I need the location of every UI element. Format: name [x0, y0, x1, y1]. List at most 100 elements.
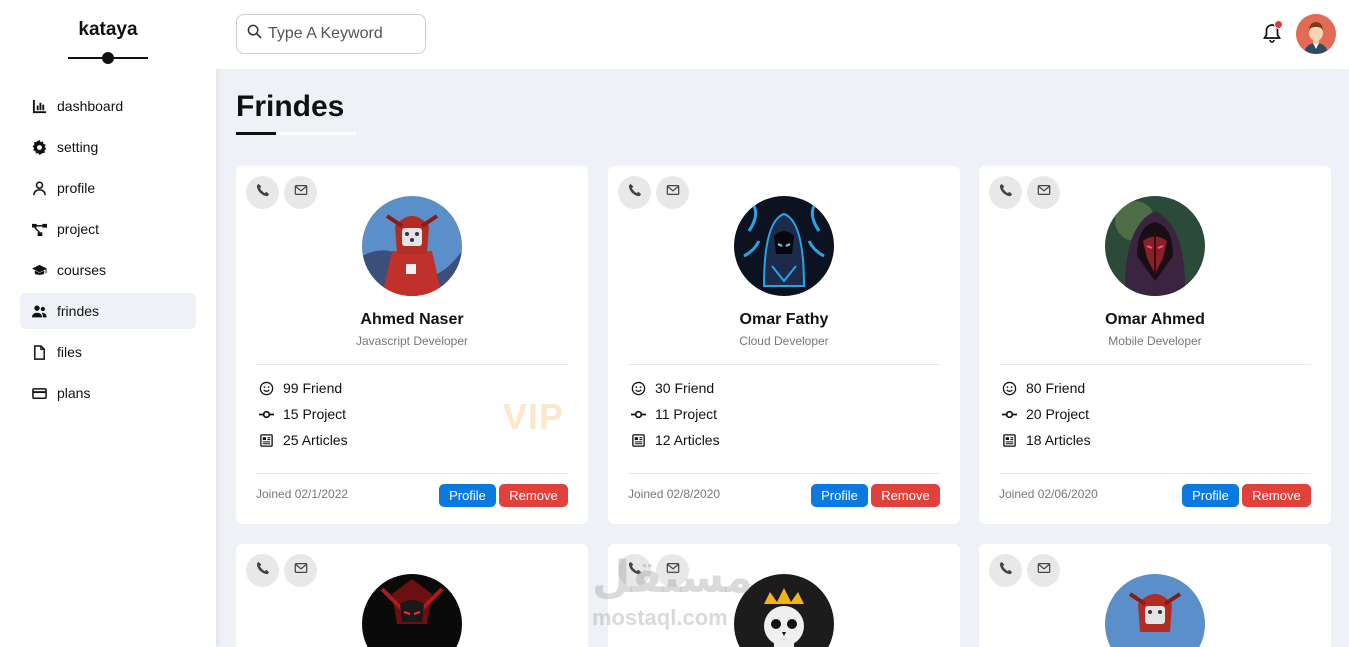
sidebar-item-profile[interactable]: profile	[20, 170, 196, 206]
search-box[interactable]	[236, 14, 426, 54]
profile-button[interactable]: Profile	[439, 484, 496, 507]
newspaper-icon	[630, 432, 646, 448]
newspaper-icon	[258, 432, 274, 448]
sidebar-item-dashboard[interactable]: dashboard	[20, 88, 196, 124]
friend-avatar	[734, 196, 834, 296]
friend-card: Ahmed Naser Javascript Developer 99 Frie…	[236, 166, 588, 524]
call-button[interactable]	[618, 176, 651, 209]
sidebar-item-courses[interactable]: courses	[20, 252, 196, 288]
call-button[interactable]	[989, 554, 1022, 587]
friends-stat: 80 Friend	[1001, 380, 1085, 396]
friends-stat: 30 Friend	[630, 380, 714, 396]
remove-button[interactable]: Remove	[1242, 484, 1311, 507]
articles-count: 18 Articles	[1026, 432, 1091, 448]
call-button[interactable]	[246, 176, 279, 209]
joined-date: Joined 02/1/2022	[256, 487, 349, 501]
projects-count: 20 Project	[1026, 406, 1090, 422]
sidebar-item-files[interactable]: files	[20, 334, 196, 370]
articles-stat: 12 Articles	[630, 432, 720, 448]
profile-button[interactable]: Profile	[811, 484, 868, 507]
friend-role: Mobile Developer	[1108, 334, 1202, 348]
sidebar-item-label: profile	[57, 180, 96, 196]
sidebar-item-label: files	[57, 344, 82, 360]
graduation-cap-icon	[30, 261, 48, 279]
articles-stat: 25 Articles	[258, 432, 348, 448]
envelope-icon	[1037, 183, 1051, 202]
file-icon	[30, 343, 48, 361]
articles-count: 12 Articles	[655, 432, 720, 448]
newspaper-icon	[1001, 432, 1017, 448]
friend-avatar	[362, 574, 462, 647]
smile-icon	[1001, 380, 1017, 396]
divider	[256, 364, 568, 365]
title-underline	[236, 132, 356, 135]
projects-stat: 20 Project	[1001, 406, 1089, 422]
page-title: Frindes	[236, 90, 345, 123]
divider	[628, 364, 940, 365]
brand-name: kataya	[78, 19, 138, 40]
friends-count: 99 Friend	[283, 380, 343, 396]
envelope-icon	[666, 183, 680, 202]
remove-button[interactable]: Remove	[499, 484, 568, 507]
sidebar-item-label: frindes	[57, 303, 100, 319]
card-actions	[618, 176, 689, 209]
friend-card	[979, 544, 1331, 647]
joined-date: Joined 02/06/2020	[999, 487, 1098, 501]
email-button[interactable]	[1027, 554, 1060, 587]
credit-card-icon	[30, 384, 48, 402]
diagram-icon	[30, 220, 48, 238]
friends-count: 30 Friend	[655, 380, 715, 396]
sidebar-item-frindes[interactable]: frindes	[20, 293, 196, 329]
friend-avatar	[1105, 574, 1205, 647]
envelope-icon	[294, 561, 308, 580]
email-button[interactable]	[1027, 176, 1060, 209]
user-avatar[interactable]	[1296, 14, 1336, 54]
brand-logo	[68, 51, 148, 65]
chart-bar-icon	[30, 97, 48, 115]
notifications-button[interactable]	[1261, 20, 1283, 44]
friend-name: Ahmed Naser	[360, 311, 464, 328]
notification-badge	[1274, 20, 1283, 29]
sidebar-item-label: dashboard	[57, 98, 124, 114]
sidebar-item-label: project	[57, 221, 100, 237]
email-button[interactable]	[284, 176, 317, 209]
sidebar-item-project[interactable]: project	[20, 211, 196, 247]
profile-button[interactable]: Profile	[1182, 484, 1239, 507]
email-button[interactable]	[656, 176, 689, 209]
user-icon	[30, 179, 48, 197]
projects-stat: 11 Project	[630, 406, 717, 422]
divider	[256, 473, 568, 474]
watermark-latin: mostaql.com	[592, 605, 728, 630]
friend-role: Javascript Developer	[355, 334, 469, 348]
divider	[999, 473, 1311, 474]
friend-role: Cloud Developer	[739, 334, 829, 348]
commit-icon	[258, 406, 274, 422]
projects-count: 15 Project	[283, 406, 347, 422]
projects-stat: 15 Project	[258, 406, 346, 422]
friend-name: Omar Ahmed	[1105, 311, 1205, 328]
friend-card: Omar Fathy Cloud Developer 30 Friend 11 …	[608, 166, 960, 524]
call-button[interactable]	[989, 176, 1022, 209]
email-button[interactable]	[284, 554, 317, 587]
vip-badge: VIP	[503, 396, 565, 437]
phone-icon	[256, 183, 270, 202]
commit-icon	[630, 406, 646, 422]
friends-stat: 99 Friend	[258, 380, 342, 396]
card-actions	[989, 176, 1060, 209]
search-input[interactable]	[268, 25, 418, 43]
search-icon	[247, 24, 268, 44]
watermark-arabic: مستقل	[592, 553, 753, 602]
call-button[interactable]	[246, 554, 279, 587]
phone-icon	[999, 183, 1013, 202]
friend-avatar	[1105, 196, 1205, 296]
remove-button[interactable]: Remove	[871, 484, 940, 507]
gear-icon	[30, 138, 48, 156]
sidebar-item-setting[interactable]: setting	[20, 129, 196, 165]
users-icon	[30, 302, 48, 320]
friend-avatar	[362, 196, 462, 296]
sidebar-item-plans[interactable]: plans	[20, 375, 196, 411]
commit-icon	[1001, 406, 1017, 422]
envelope-icon	[1037, 561, 1051, 580]
articles-count: 25 Articles	[283, 432, 348, 448]
smile-icon	[630, 380, 646, 396]
